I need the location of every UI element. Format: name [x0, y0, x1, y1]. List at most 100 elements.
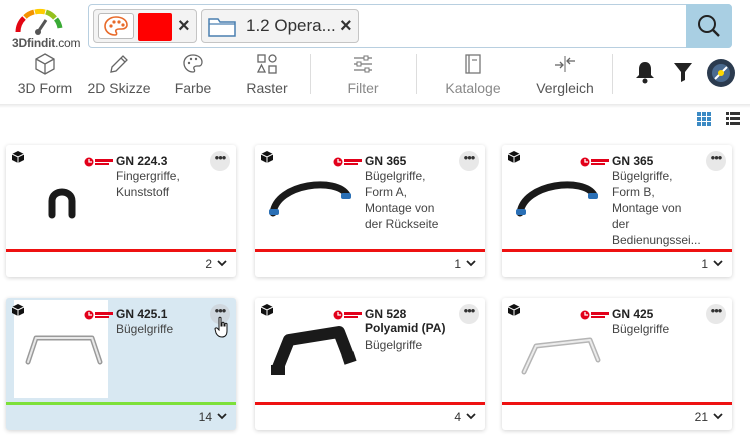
product-line: Bügelgriffe: [365, 338, 423, 352]
brand-logo: [580, 310, 609, 320]
status-bar: [502, 249, 732, 252]
selected-color-swatch: [138, 13, 172, 41]
more-options-button[interactable]: •••: [459, 304, 479, 324]
grid-shapes-icon: [256, 54, 277, 74]
tool-3d-form[interactable]: 3D Form: [12, 50, 78, 100]
header-divider: [0, 104, 750, 108]
product-title: GN 528: [365, 307, 407, 321]
tool-label: 3D Form: [17, 80, 73, 96]
tool-farbe[interactable]: Farbe: [168, 50, 218, 100]
tool-kataloge[interactable]: Kataloge: [440, 50, 506, 100]
logo-text: 3Dfindit.com: [12, 36, 81, 50]
cube-3d-icon: [11, 151, 25, 163]
status-bar: [255, 249, 485, 252]
product-card[interactable]: GN 224.3 Fingergriffe, Kunststoff ••• 2: [6, 145, 236, 277]
product-card[interactable]: GN 365 Bügelgriffe, Form B, Montage von …: [502, 145, 732, 277]
compare-icon: [555, 56, 575, 72]
chevron-down-icon[interactable]: [216, 257, 228, 269]
folder-icon: [206, 13, 238, 39]
tool-label: Filter: [347, 80, 379, 96]
user-avatar-icon[interactable]: [706, 58, 736, 88]
chevron-down-icon[interactable]: [465, 410, 477, 422]
product-title: GN 224.3: [116, 154, 168, 168]
more-options-button[interactable]: •••: [210, 151, 230, 171]
palette-icon: [98, 13, 134, 39]
product-line: Bedienungssei...: [612, 233, 701, 247]
product-title: GN 365: [612, 154, 654, 168]
variant-count: 14: [198, 410, 212, 424]
chevron-down-icon[interactable]: [465, 257, 477, 269]
chevron-down-icon[interactable]: [712, 257, 724, 269]
variant-count: 1: [454, 257, 461, 271]
status-bar: [502, 402, 732, 405]
product-line: Fingergriffe,: [116, 169, 180, 183]
product-title: GN 365: [365, 154, 407, 168]
product-line: der: [612, 217, 630, 231]
product-card[interactable]: GN 528 Polyamid (PA) Bügelgriffe ••• 4: [255, 298, 485, 430]
toolbar-divider: [612, 54, 613, 94]
toolbar: 3D Form 2D Skizze Farbe Raster Filter Ka…: [0, 50, 750, 102]
color-filter-chip[interactable]: ×: [93, 9, 197, 43]
tool-label: Raster: [246, 80, 288, 96]
variant-count: 2: [205, 257, 212, 271]
product-line: Bügelgriffe,: [612, 169, 673, 183]
product-title: GN 425.1: [116, 307, 168, 321]
product-line: Form A,: [365, 185, 408, 199]
logo-gauge-icon: [15, 8, 63, 35]
search-button[interactable]: [686, 4, 732, 48]
tool-2d-skizze[interactable]: 2D Skizze: [86, 50, 152, 100]
more-options-button[interactable]: •••: [706, 304, 726, 324]
product-card[interactable]: GN 425 Bügelgriffe ••• 21: [502, 298, 732, 430]
logo[interactable]: 3Dfindit.com: [4, 6, 80, 50]
status-bar: [6, 249, 236, 252]
product-line: Montage von: [612, 201, 682, 215]
tool-label: 2D Skizze: [87, 80, 151, 96]
cube-3d-icon: [507, 304, 521, 316]
product-line: Bügelgriffe: [612, 322, 670, 336]
brand-logo: [333, 157, 362, 167]
toolbar-divider: [310, 54, 311, 94]
product-card[interactable]: GN 425.1 Bügelgriffe ••• 14: [6, 298, 236, 430]
more-options-button[interactable]: •••: [459, 151, 479, 171]
product-line: Montage von: [365, 201, 435, 215]
search-bar[interactable]: × 1.2 Opera... ×: [88, 4, 732, 48]
catalog-icon: [465, 54, 481, 74]
cube-3d-icon: [507, 151, 521, 163]
cube-3d-icon: [260, 151, 274, 163]
bell-icon[interactable]: [634, 60, 656, 84]
brand-logo: [580, 157, 609, 167]
cube-3d-icon: [11, 304, 25, 316]
chevron-down-icon[interactable]: [712, 410, 724, 422]
list-view-icon[interactable]: [726, 112, 740, 126]
tool-vergleich[interactable]: Vergleich: [532, 50, 598, 100]
variant-count: 1: [701, 257, 708, 271]
more-options-button[interactable]: •••: [706, 151, 726, 171]
product-line: Form B,: [612, 185, 655, 199]
tool-label: Vergleich: [536, 80, 594, 96]
variant-count: 21: [694, 410, 708, 424]
tool-raster[interactable]: Raster: [240, 50, 294, 100]
tool-label: Farbe: [174, 80, 212, 96]
tool-label: Kataloge: [445, 80, 501, 96]
product-card[interactable]: GN 365 Bügelgriffe, Form A, Montage von …: [255, 145, 485, 277]
variant-count: 4: [454, 410, 461, 424]
brand-logo: [84, 310, 113, 320]
catalog-chip-label: 1.2 Opera...: [246, 16, 336, 35]
close-icon[interactable]: ×: [340, 14, 352, 38]
product-line: Bügelgriffe: [116, 322, 174, 336]
pencil-icon: [110, 55, 128, 73]
close-icon[interactable]: ×: [178, 14, 190, 38]
tool-filter[interactable]: Filter: [340, 50, 386, 100]
catalog-filter-chip[interactable]: 1.2 Opera... ×: [201, 9, 359, 43]
brand-logo: [84, 157, 113, 167]
chevron-down-icon[interactable]: [216, 410, 228, 422]
status-bar: [6, 402, 236, 405]
toolbar-divider: [416, 54, 417, 94]
grid-view-icon[interactable]: [697, 112, 711, 126]
funnel-icon[interactable]: [672, 61, 694, 83]
status-bar: [255, 402, 485, 405]
product-material: Polyamid (PA): [365, 321, 446, 335]
search-icon: [698, 15, 720, 37]
product-line: Kunststoff: [116, 185, 170, 199]
palette-icon: [183, 54, 203, 73]
